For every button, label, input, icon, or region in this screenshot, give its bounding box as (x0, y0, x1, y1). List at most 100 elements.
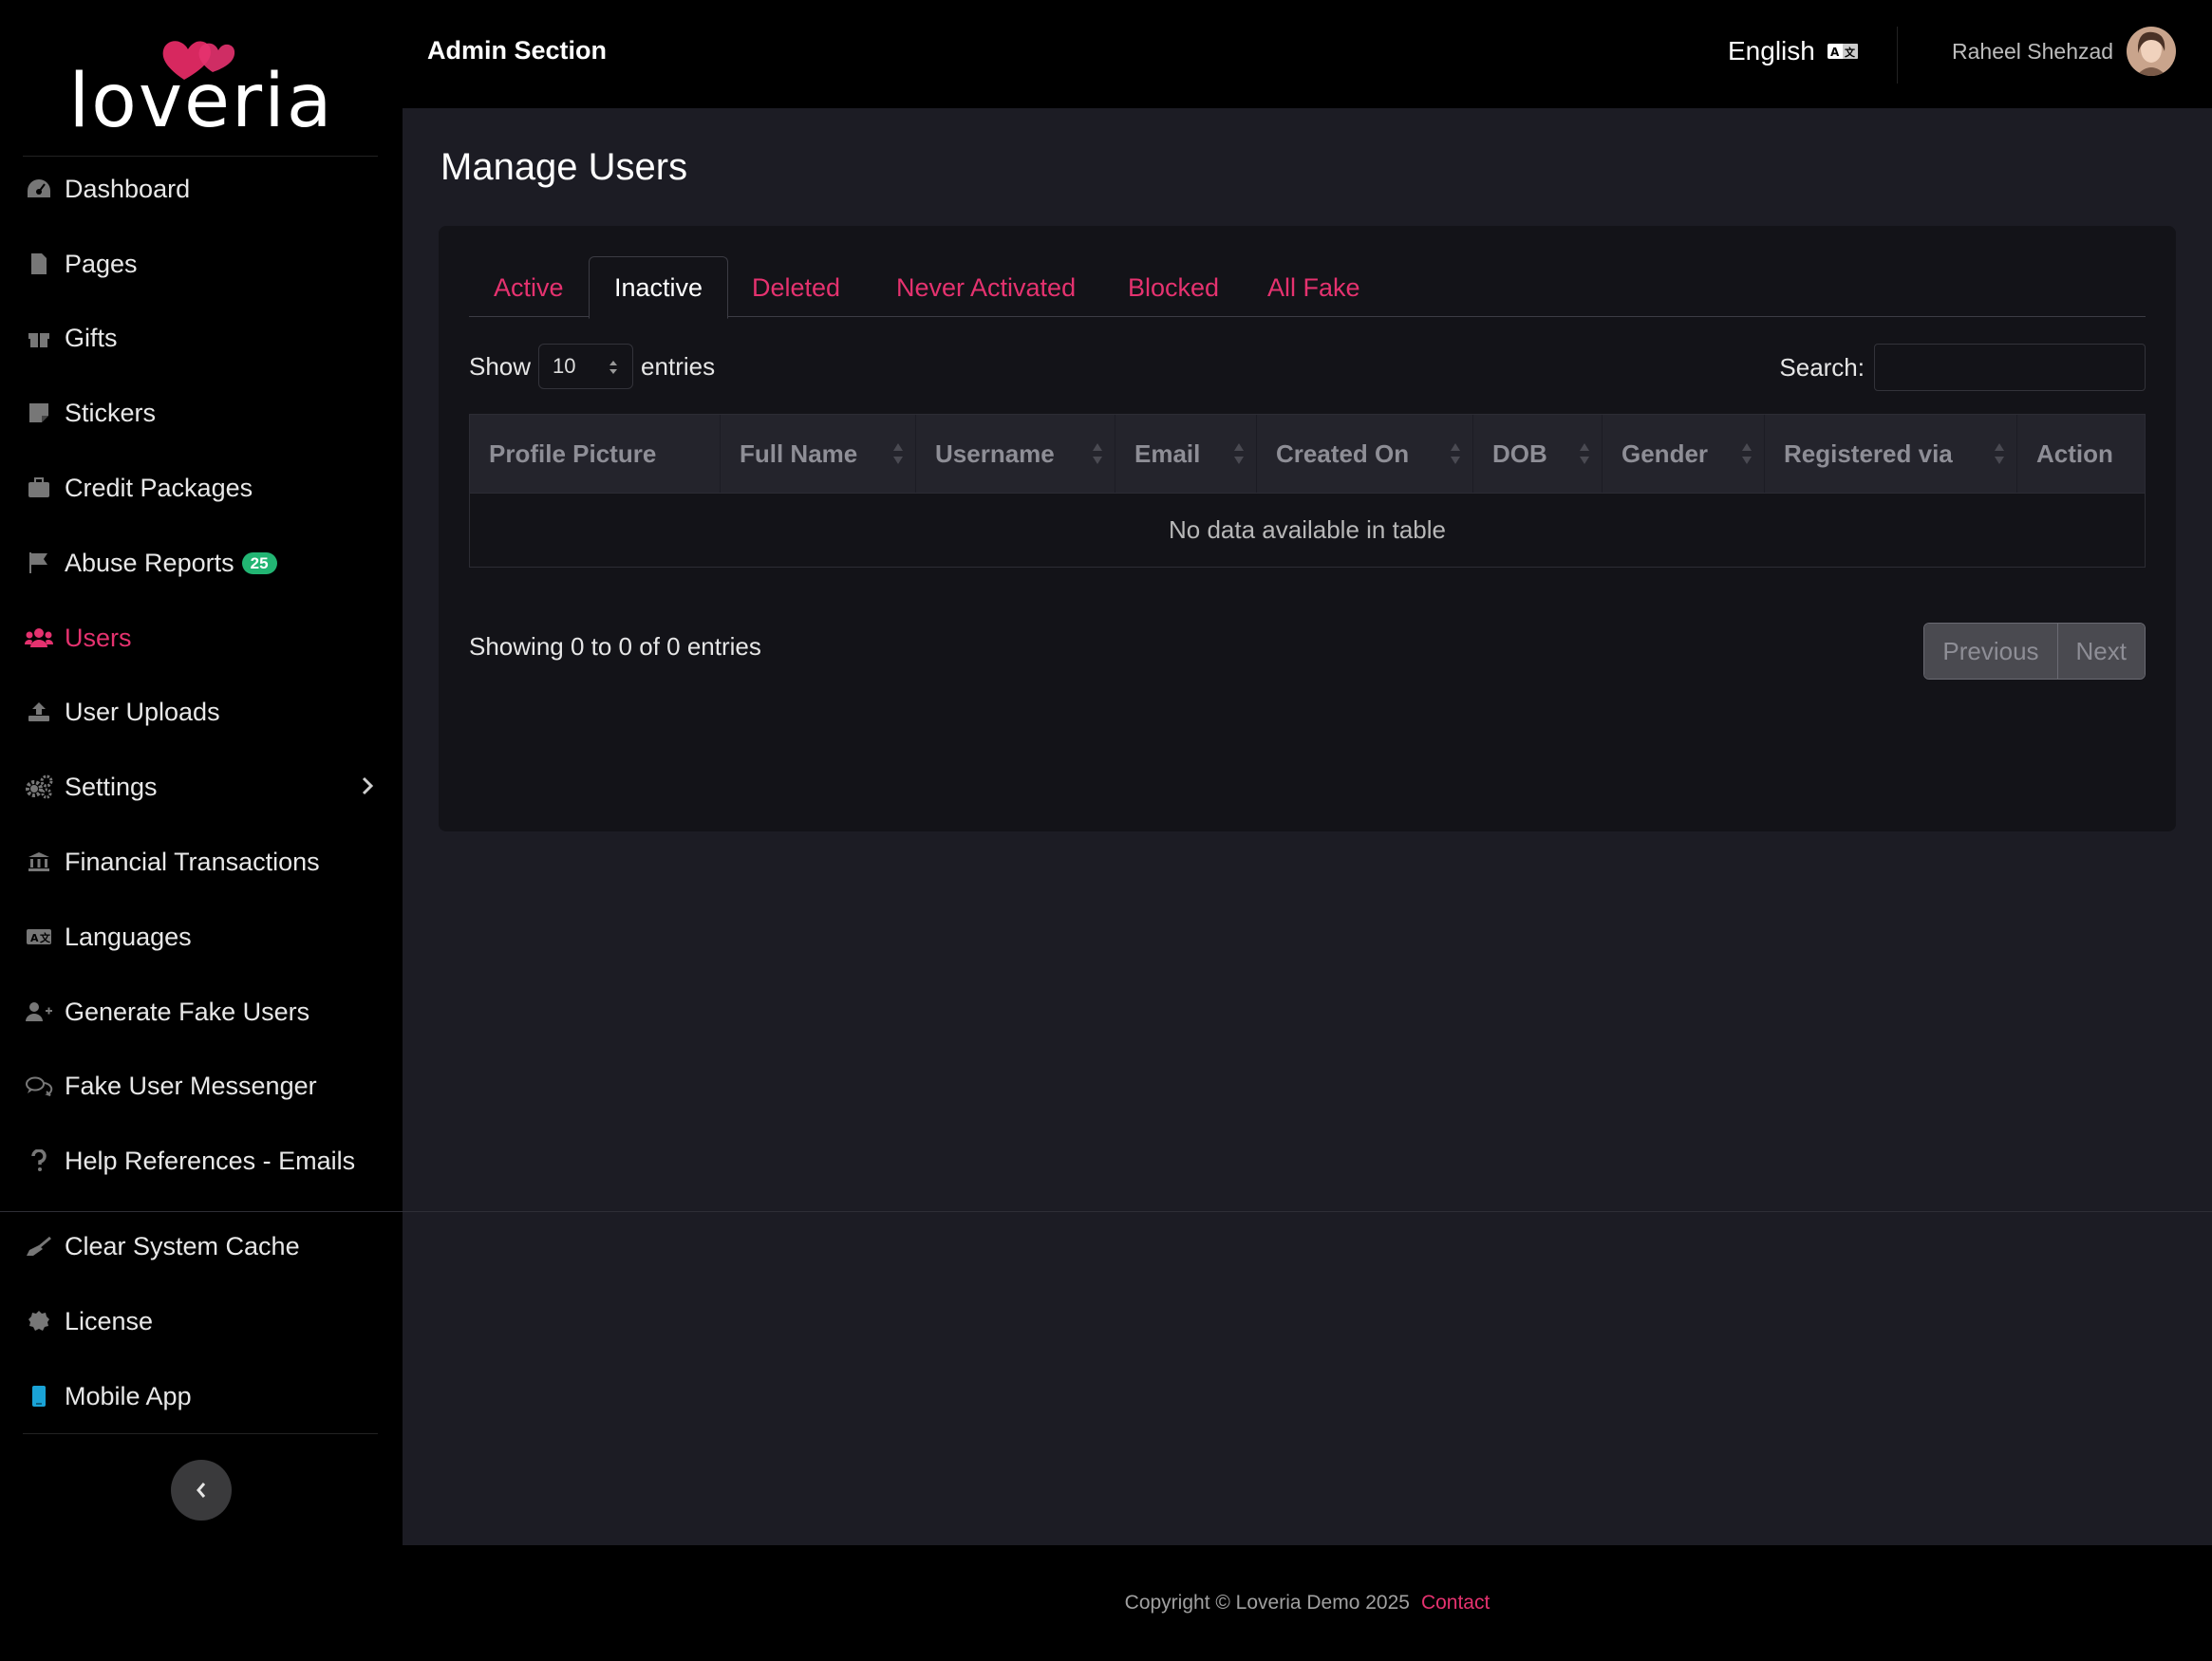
sidebar-item-credit-packages[interactable]: Credit Packages (0, 459, 403, 516)
sort-icon (1093, 443, 1102, 464)
comments-icon (25, 1072, 53, 1100)
certificate-icon (25, 1307, 53, 1335)
sidebar-divider (23, 1433, 378, 1434)
pagination: Previous Next (1923, 623, 2146, 680)
column-email[interactable]: Email (1115, 415, 1257, 493)
column-label: Gender (1622, 439, 1709, 468)
search-label: Search: (1779, 352, 1865, 382)
language-icon: A文 (1827, 44, 1858, 59)
table-info: Showing 0 to 0 of 0 entries (469, 632, 761, 661)
sidebar-item-label: License (65, 1306, 154, 1335)
sidebar-item-pages[interactable]: Pages (0, 235, 403, 292)
sidebar-item-license[interactable]: License (0, 1293, 403, 1350)
sidebar-item-help-references[interactable]: Help References - Emails (0, 1132, 403, 1189)
top-header: Admin Section English A文 Raheel Shehzad (403, 0, 2212, 108)
svg-text:文: 文 (1845, 46, 1856, 59)
brand-name: loveria (68, 59, 334, 144)
column-gender[interactable]: Gender (1603, 415, 1765, 493)
column-profile-picture[interactable]: Profile Picture (470, 415, 721, 493)
sort-icon (1995, 443, 2004, 464)
sidebar-item-label: Generate Fake Users (65, 997, 310, 1026)
abuse-reports-badge: 25 (241, 551, 277, 574)
table-search: Search: (1779, 344, 2146, 391)
sidebar-item-label: Gifts (65, 323, 118, 352)
page-title: Manage Users (441, 146, 688, 188)
sidebar-item-stickers[interactable]: Stickers (0, 384, 403, 441)
sidebar-item-abuse-reports[interactable]: Abuse Reports 25 (0, 534, 403, 591)
copyright-text: Copyright © Loveria Demo 2025 (1124, 1592, 1410, 1614)
users-table: Profile Picture Full Name Username Email… (469, 414, 2146, 568)
sidebar-item-label: Languages (65, 922, 192, 951)
sidebar-item-label: User Uploads (65, 697, 220, 726)
sort-icon (1234, 443, 1244, 464)
tab-active[interactable]: Active (469, 256, 589, 319)
sidebar-item-settings[interactable]: Settings (0, 758, 403, 815)
tab-deleted[interactable]: Deleted (727, 256, 865, 319)
entries-per-page-select[interactable]: 10 (538, 344, 634, 389)
mobile-icon (25, 1382, 53, 1410)
bank-icon (25, 848, 53, 876)
language-label: English (1728, 36, 1815, 65)
main-content: Manage Users Active Inactive Deleted Nev… (403, 108, 2212, 1545)
svg-text:A: A (1830, 46, 1840, 59)
sidebar-item-label: Pages (65, 249, 138, 278)
sidebar-divider (23, 156, 378, 157)
sidebar-item-label: Stickers (65, 398, 157, 427)
entries-per-page-value: 10 (553, 354, 576, 378)
column-dob[interactable]: DOB (1473, 415, 1603, 493)
svg-text:A: A (30, 932, 39, 944)
column-created-on[interactable]: Created On (1257, 415, 1473, 493)
sidebar-item-dashboard[interactable]: Dashboard (0, 160, 403, 217)
sidebar-item-fake-user-messenger[interactable]: Fake User Messenger (0, 1057, 403, 1114)
sidebar-item-label: Financial Transactions (65, 847, 320, 876)
dashboard-icon (25, 175, 53, 203)
sidebar-item-label: Credit Packages (65, 473, 253, 502)
svg-text:文: 文 (40, 931, 51, 944)
entries-label: entries (641, 351, 716, 381)
broom-icon (25, 1232, 53, 1260)
column-label: Email (1134, 439, 1201, 468)
column-registered-via[interactable]: Registered via (1765, 415, 2017, 493)
sidebar-item-financial-transactions[interactable]: Financial Transactions (0, 833, 403, 890)
previous-button[interactable]: Previous (1924, 624, 2057, 679)
tab-blocked[interactable]: Blocked (1103, 256, 1244, 319)
sidebar-collapse-button[interactable] (171, 1460, 232, 1521)
sidebar-item-users[interactable]: Users (0, 609, 403, 666)
sidebar-item-mobile-app[interactable]: Mobile App (0, 1368, 403, 1425)
column-username[interactable]: Username (916, 415, 1115, 493)
sidebar-item-label: Dashboard (65, 174, 191, 203)
sidebar-item-clear-system-cache[interactable]: Clear System Cache (0, 1218, 403, 1275)
cogs-icon (25, 773, 53, 801)
avatar (2127, 27, 2177, 76)
brand-logo[interactable]: loveria (0, 28, 403, 139)
sidebar-item-generate-fake-users[interactable]: Generate Fake Users (0, 983, 403, 1040)
column-full-name[interactable]: Full Name (721, 415, 916, 493)
language-selector[interactable]: English A文 (1728, 36, 1859, 66)
tab-never-activated[interactable]: Never Activated (872, 256, 1100, 319)
language-icon: A文 (25, 923, 53, 951)
table-empty-row: No data available in table (470, 493, 2145, 567)
user-menu[interactable]: Raheel Shehzad (1952, 27, 2177, 76)
column-label: Full Name (740, 439, 858, 468)
column-label: Created On (1276, 439, 1410, 468)
contact-link[interactable]: Contact (1421, 1592, 1490, 1614)
next-button[interactable]: Next (2056, 624, 2145, 679)
sort-icon (1580, 443, 1589, 464)
footer: Copyright © Loveria Demo 2025 Contact (403, 1545, 2212, 1661)
sidebar-item-label: Mobile App (65, 1381, 192, 1410)
tab-inactive[interactable]: Inactive (589, 256, 729, 319)
column-action[interactable]: Action (2017, 415, 2145, 493)
chevron-right-icon (362, 776, 374, 795)
sidebar-item-user-uploads[interactable]: User Uploads (0, 683, 403, 740)
sidebar-item-label: Fake User Messenger (65, 1071, 317, 1100)
users-card: Active Inactive Deleted Never Activated … (439, 226, 2176, 831)
search-input[interactable] (1874, 344, 2146, 391)
sort-icon (1451, 443, 1460, 464)
tab-all-fake[interactable]: All Fake (1243, 256, 1385, 319)
column-label: DOB (1492, 439, 1547, 468)
sidebar-item-languages[interactable]: A文 Languages (0, 908, 403, 965)
sidebar-item-gifts[interactable]: Gifts (0, 309, 403, 366)
column-label: Profile Picture (489, 439, 657, 468)
header-separator (1897, 27, 1898, 84)
file-icon (25, 250, 53, 278)
